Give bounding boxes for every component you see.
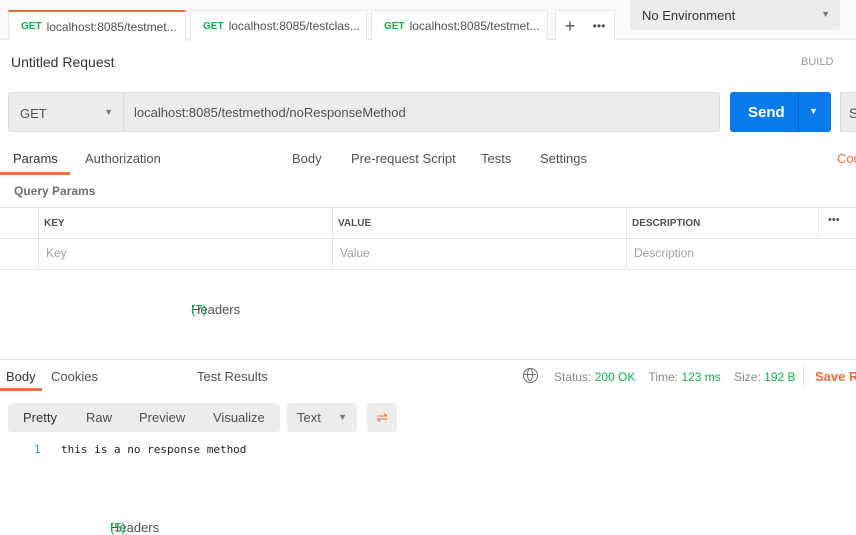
more-icon[interactable]: ••• bbox=[593, 19, 606, 33]
response-tab-cookies[interactable]: Cookies bbox=[51, 369, 98, 384]
tab-authorization[interactable]: Authorization bbox=[85, 151, 161, 166]
tab-label: localhost:8085/testclas... bbox=[228, 19, 360, 33]
build-label[interactable]: BUILD bbox=[801, 56, 833, 68]
size-label: Size: bbox=[734, 370, 761, 384]
tab-params[interactable]: Params bbox=[13, 151, 58, 166]
tab-prerequest-script[interactable]: Pre-request Script bbox=[351, 151, 456, 166]
column-value: VALUE bbox=[338, 218, 372, 229]
tab-body[interactable]: Body bbox=[292, 151, 322, 166]
column-key: KEY bbox=[44, 218, 65, 229]
view-pretty[interactable]: Pretty bbox=[23, 410, 57, 425]
wrap-lines-icon[interactable]: ⇌ bbox=[367, 403, 397, 432]
code-link[interactable]: Code bbox=[837, 151, 856, 166]
chevron-down-icon: ▼ bbox=[338, 412, 347, 422]
column-description: DESCRIPTION bbox=[632, 218, 701, 229]
tab-label: localhost:8085/testmet... bbox=[46, 19, 177, 34]
headers-count: (7) bbox=[191, 302, 207, 317]
response-tab-body[interactable]: Body bbox=[6, 369, 36, 384]
format-select[interactable]: Text ▼ bbox=[287, 403, 357, 432]
tab-settings[interactable]: Settings bbox=[540, 151, 587, 166]
tab-method: GET bbox=[203, 20, 224, 32]
time-label: Time: bbox=[648, 370, 679, 384]
active-tab-indicator bbox=[0, 172, 70, 175]
chevron-down-icon: ▼ bbox=[104, 107, 113, 117]
request-tab[interactable]: GET localhost:8085/testclas... bbox=[190, 10, 367, 41]
send-label: Send bbox=[748, 104, 785, 121]
tab-label: localhost:8085/testmet... bbox=[409, 19, 540, 33]
request-title: Untitled Request bbox=[11, 54, 115, 70]
tab-actions: + ••• bbox=[555, 10, 615, 41]
url-input[interactable]: localhost:8085/testmethod/noResponseMeth… bbox=[123, 92, 720, 132]
environment-label: No Environment bbox=[642, 8, 736, 23]
format-label: Text bbox=[297, 410, 321, 425]
time-value: 123 ms bbox=[681, 370, 721, 384]
method-label: GET bbox=[20, 106, 47, 121]
line-number: 1 bbox=[34, 443, 41, 456]
tab-method: GET bbox=[21, 21, 42, 32]
description-input[interactable]: Description bbox=[634, 246, 694, 260]
tab-method: GET bbox=[384, 20, 405, 32]
size-value: 192 B bbox=[764, 370, 796, 384]
view-visualize[interactable]: Visualize bbox=[213, 410, 265, 425]
key-input[interactable]: Key bbox=[46, 246, 67, 260]
chevron-down-icon[interactable]: ▼ bbox=[809, 106, 818, 116]
globe-icon[interactable] bbox=[523, 368, 538, 383]
chevron-down-icon: ▼ bbox=[821, 9, 830, 19]
view-raw[interactable]: Raw bbox=[86, 410, 112, 425]
value-input[interactable]: Value bbox=[340, 246, 370, 260]
status-label: Status: bbox=[554, 370, 592, 384]
query-params-label: Query Params bbox=[14, 184, 96, 198]
tab-tests[interactable]: Tests bbox=[481, 151, 511, 166]
view-preview[interactable]: Preview bbox=[139, 410, 185, 425]
save-response-button[interactable]: Save Re bbox=[815, 369, 856, 384]
request-tab[interactable]: GET localhost:8085/testmet... bbox=[371, 10, 548, 41]
request-tab[interactable]: GET localhost:8085/testmet... bbox=[8, 10, 186, 41]
status-value: 200 OK bbox=[594, 370, 636, 384]
headers-count: (5) bbox=[110, 520, 126, 535]
method-select[interactable]: GET ▼ bbox=[8, 92, 124, 132]
response-line: this is a no response method bbox=[61, 443, 247, 456]
save-button[interactable]: S bbox=[840, 92, 856, 132]
plus-icon[interactable]: + bbox=[565, 16, 576, 37]
environment-select[interactable]: No Environment ▼ bbox=[630, 0, 840, 30]
view-mode-group: Pretty Raw Preview Visualize bbox=[8, 403, 280, 432]
send-button[interactable]: Send ▼ bbox=[730, 92, 831, 132]
more-icon[interactable]: ••• bbox=[828, 214, 840, 226]
active-tab-indicator bbox=[0, 388, 42, 391]
response-tab-test-results[interactable]: Test Results bbox=[197, 369, 268, 384]
response-meta: Status: 200 OK Time: 123 ms Size: 192 B bbox=[554, 370, 796, 384]
